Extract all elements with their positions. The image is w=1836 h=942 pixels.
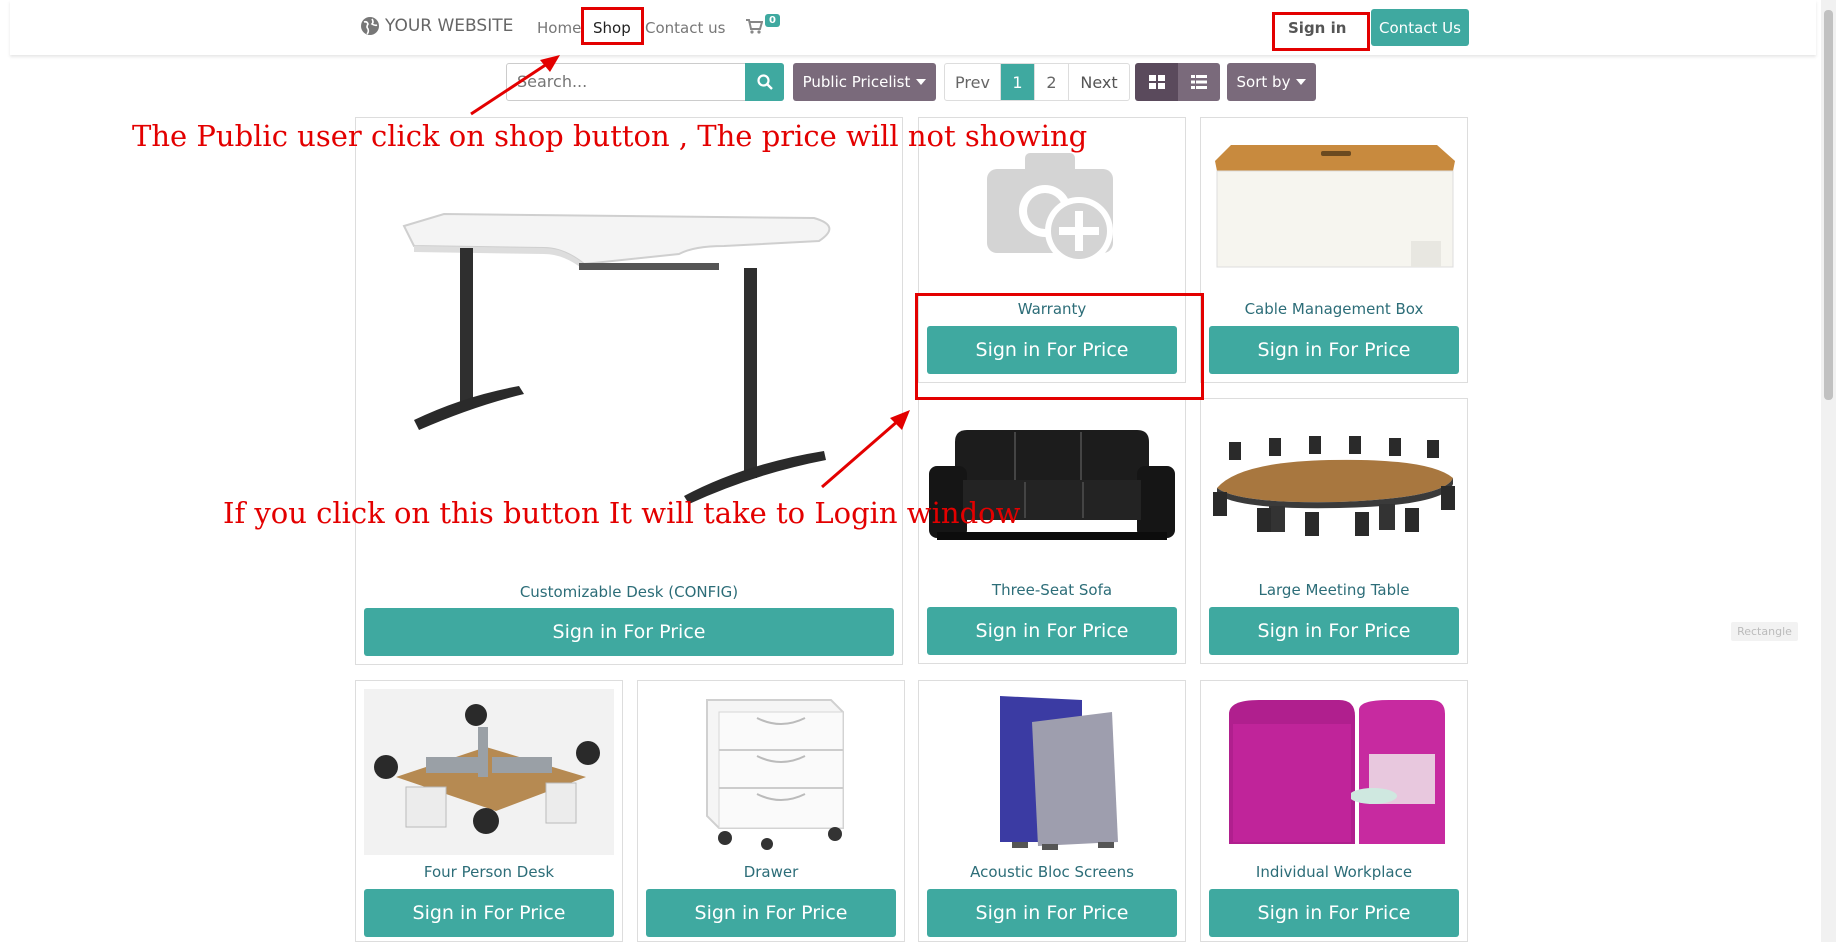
annotation-button-note: If you click on this button It will take… bbox=[223, 496, 1021, 530]
rectangle-label: Rectangle bbox=[1731, 622, 1798, 641]
annotation-arrow bbox=[470, 60, 551, 116]
annotation-shop-note: The Public user click on shop button , T… bbox=[132, 119, 1088, 153]
scrollbar-thumb[interactable] bbox=[1824, 10, 1833, 400]
arrow-head-icon bbox=[540, 55, 560, 72]
annotation-arrow bbox=[821, 418, 900, 489]
